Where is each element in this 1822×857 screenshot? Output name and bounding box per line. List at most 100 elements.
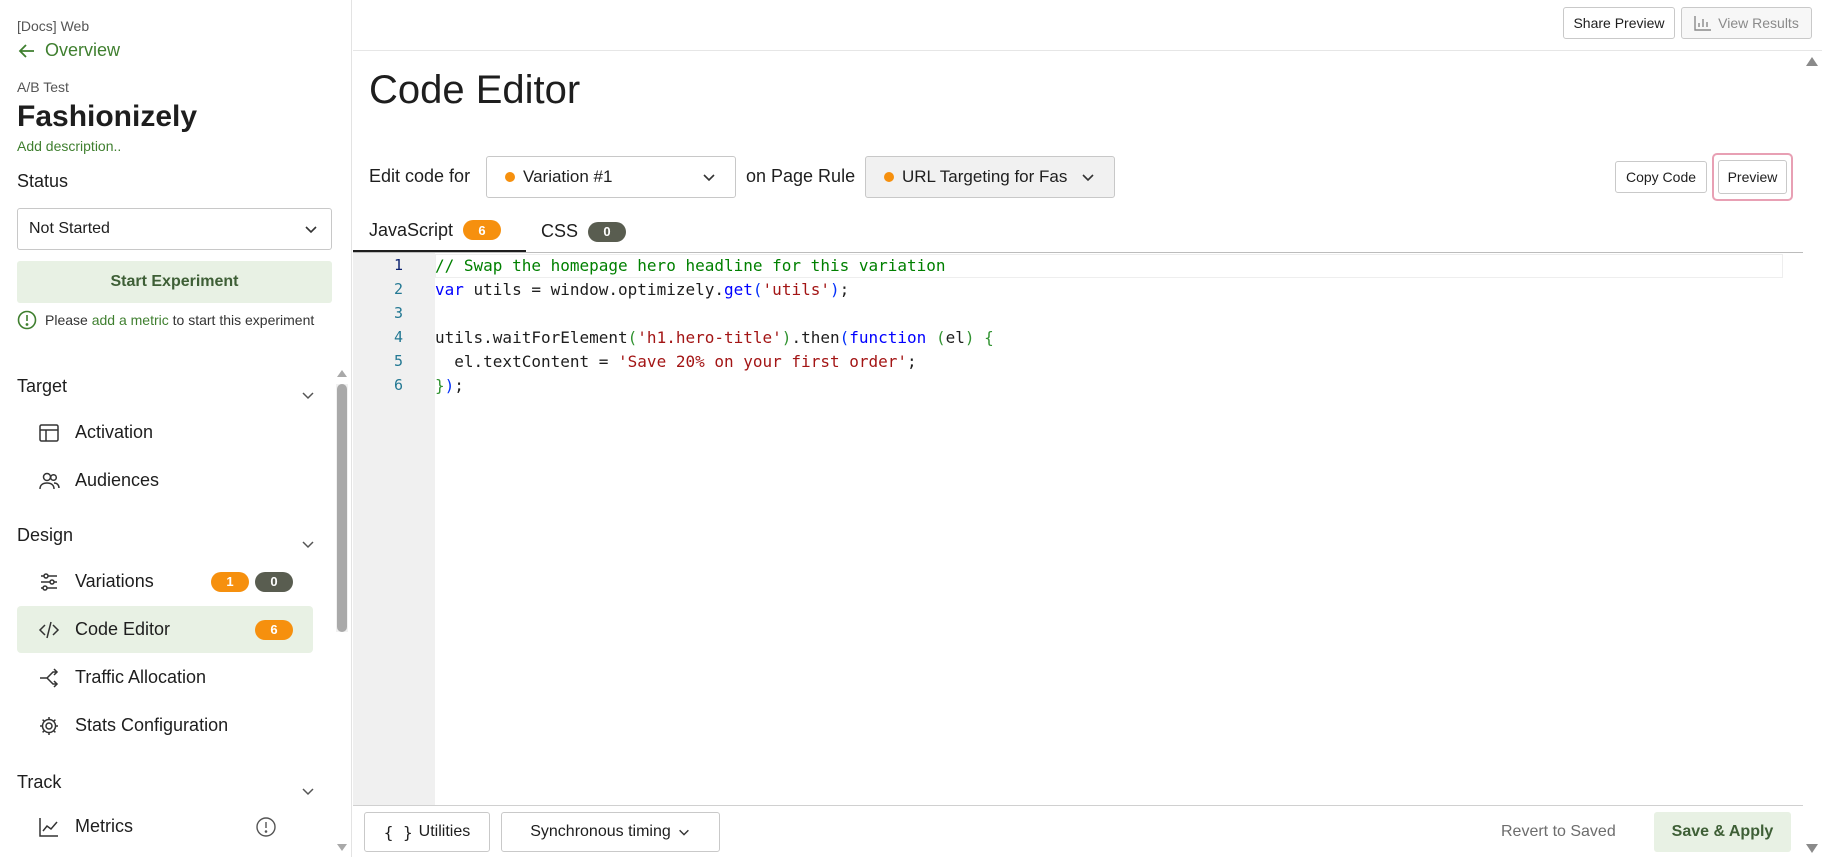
bar-chart-icon xyxy=(1694,16,1712,31)
sidebar-item-activation[interactable]: Activation xyxy=(17,409,313,456)
metric-notice: Please add a metric to start this experi… xyxy=(17,309,337,331)
line-number: 6 xyxy=(393,376,403,394)
variation-badges: 1 0 xyxy=(211,571,293,592)
section-design-header[interactable]: Design xyxy=(17,525,73,546)
badge-count: 6 xyxy=(255,619,293,640)
tab-label: JavaScript xyxy=(369,219,454,240)
sidebar-item-traffic-allocation[interactable]: Traffic Allocation xyxy=(17,654,313,701)
notice-prefix: Please xyxy=(45,312,92,328)
layout-icon xyxy=(37,421,61,445)
sidebar-item-label: Variations xyxy=(75,571,154,591)
badge-count: 0 xyxy=(255,571,293,592)
view-results-label: View Results xyxy=(1718,15,1799,31)
add-metric-link[interactable]: add a metric xyxy=(92,312,169,328)
on-page-rule-label: on Page Rule xyxy=(746,166,856,186)
metric-notice-text: Please add a metric to start this experi… xyxy=(45,309,314,331)
chevron-down-icon[interactable] xyxy=(300,783,316,799)
line-number: 2 xyxy=(393,280,403,298)
sidebar-item-label: Stats Configuration xyxy=(75,715,229,735)
tab-javascript[interactable]: JavaScript 6 xyxy=(353,210,526,253)
back-to-overview-link[interactable]: Overview xyxy=(17,40,120,61)
badge-count: 1 xyxy=(211,571,249,592)
arrow-left-icon xyxy=(18,43,34,58)
alert-circle-icon xyxy=(17,310,37,330)
tab-css[interactable]: CSS 0 xyxy=(525,210,642,253)
scroll-down-arrow-icon[interactable] xyxy=(336,843,348,853)
view-results-button[interactable]: View Results xyxy=(1681,7,1812,39)
code-editor-badges: 6 xyxy=(255,619,293,640)
sidebar-scrollbar-thumb[interactable] xyxy=(337,384,347,632)
variation-select-value: Variation #1 xyxy=(523,167,613,186)
chevron-down-icon[interactable] xyxy=(300,387,316,403)
braces-icon: { } xyxy=(383,822,413,842)
section-track-header[interactable]: Track xyxy=(17,772,61,793)
sidebar-item-metrics[interactable]: Metrics xyxy=(17,803,313,850)
info-icon[interactable] xyxy=(255,816,277,838)
project-name: [Docs] Web xyxy=(17,18,90,34)
code-line: }); xyxy=(435,376,464,395)
chevron-down-icon[interactable] xyxy=(300,536,316,552)
notice-suffix: to start this experiment xyxy=(168,312,315,328)
gear-icon xyxy=(37,714,61,738)
status-dot xyxy=(884,172,894,182)
timing-select[interactable]: Synchronous timing xyxy=(501,812,720,852)
variation-select[interactable]: Variation #1 xyxy=(486,156,736,198)
line-number-gutter: 1 2 3 4 5 6 xyxy=(353,253,435,805)
scroll-up-arrow-icon[interactable] xyxy=(1805,55,1819,67)
chart-line-icon xyxy=(37,815,61,839)
status-dot xyxy=(505,172,515,182)
sidebar-item-variations[interactable]: Variations 1 0 xyxy=(17,558,313,605)
tab-label: CSS xyxy=(541,221,579,241)
scroll-up-arrow-icon[interactable] xyxy=(336,368,348,378)
utilities-button[interactable]: { } Utilities xyxy=(364,812,490,852)
chevron-down-icon xyxy=(305,226,317,234)
code-icon xyxy=(37,618,61,642)
page-rule-select-value: URL Targeting for Fas xyxy=(902,167,1068,186)
sidebar-item-label: Traffic Allocation xyxy=(75,667,207,687)
sidebar-item-code-editor[interactable]: Code Editor 6 xyxy=(17,606,313,653)
sidebar-item-stats-configuration[interactable]: Stats Configuration xyxy=(17,702,313,749)
code-line: var utils = window.optimizely.get('utils… xyxy=(435,280,850,299)
editor-tabs: JavaScript 6 CSS 0 xyxy=(353,210,1803,253)
sidebar-item-label: Metrics xyxy=(75,816,133,836)
sidebar-item-label: Code Editor xyxy=(75,619,171,639)
line-number: 5 xyxy=(393,352,403,370)
share-preview-button[interactable]: Share Preview xyxy=(1563,7,1675,39)
code-line: utils.waitForElement('h1.hero-title').th… xyxy=(435,328,994,347)
tab-count-badge: 6 xyxy=(463,220,502,240)
start-experiment-button[interactable]: Start Experiment xyxy=(17,261,332,303)
scroll-down-arrow-icon[interactable] xyxy=(1805,843,1819,855)
copy-code-button[interactable]: Copy Code xyxy=(1615,161,1707,193)
save-and-apply-button[interactable]: Save & Apply xyxy=(1654,812,1791,852)
page-rule-select[interactable]: URL Targeting for Fas xyxy=(865,156,1115,198)
add-description-link[interactable]: Add description.. xyxy=(17,138,121,154)
timing-value: Synchronous timing xyxy=(530,823,671,840)
edit-code-for-label: Edit code for xyxy=(369,166,471,186)
code-line: // Swap the homepage hero headline for t… xyxy=(435,256,946,275)
users-icon xyxy=(37,469,61,493)
line-number: 3 xyxy=(393,304,403,322)
preview-button[interactable]: Preview xyxy=(1718,160,1787,194)
utilities-label: Utilities xyxy=(418,823,471,840)
tab-count-badge: 0 xyxy=(588,221,627,242)
back-label: Overview xyxy=(45,40,121,60)
experiment-type: A/B Test xyxy=(17,79,69,95)
chevron-down-icon xyxy=(678,829,689,836)
sliders-icon xyxy=(37,570,61,594)
section-target-header[interactable]: Target xyxy=(17,376,67,397)
sidebar-item-audiences[interactable]: Audiences xyxy=(17,457,313,504)
experiment-name: Fashionizely xyxy=(17,100,198,133)
chevron-down-icon xyxy=(703,174,715,182)
sidebar: [Docs] Web Overview A/B Test Fashionizel… xyxy=(0,0,352,857)
status-label: Status xyxy=(17,171,69,191)
revert-to-saved-button[interactable]: Revert to Saved xyxy=(1501,823,1616,841)
line-number: 4 xyxy=(393,328,403,346)
status-select[interactable]: Not Started xyxy=(17,208,332,250)
code-editor[interactable]: 1 2 3 4 5 6 // Swap the homepage hero he… xyxy=(353,252,1803,806)
split-icon xyxy=(37,666,61,690)
chevron-down-icon xyxy=(1082,174,1094,182)
code-line: el.textContent = 'Save 20% on your first… xyxy=(435,352,917,371)
sidebar-item-label: Audiences xyxy=(75,470,160,490)
status-value: Not Started xyxy=(29,220,110,237)
sidebar-item-label: Activation xyxy=(75,422,154,442)
